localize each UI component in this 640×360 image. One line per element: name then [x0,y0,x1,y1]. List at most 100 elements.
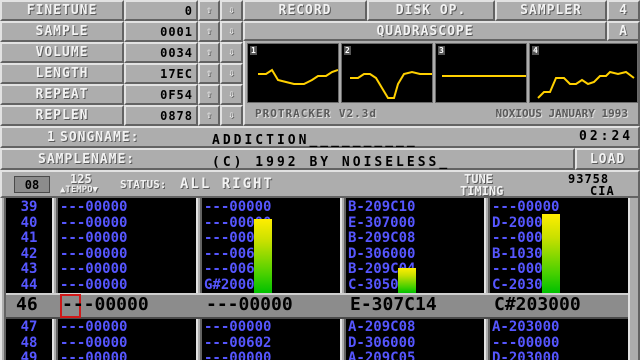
pattern-cell[interactable]: C-305000 [348,277,484,294]
row-number: 49 [20,350,38,360]
pattern-cell[interactable]: ---00000 [492,261,628,278]
pattern-cell[interactable]: D-200000 [492,215,628,232]
arrow-up-icon[interactable]: ⇧ [198,21,220,42]
status-label: STATUS: [120,178,167,191]
field-label-finetune: FINETUNE [0,0,124,21]
field-label-sample: SAMPLE [0,21,124,42]
pattern-cell[interactable]: ---00000 [60,215,196,232]
record-button[interactable]: RECORD [243,0,367,21]
row-number: 41 [20,230,38,246]
pattern-cell[interactable]: A-209C05 [348,350,484,360]
scope-channel-2: 2 [341,43,433,103]
pattern-cell[interactable]: ---00000 [204,215,340,232]
pattern-cell[interactable]: ---00000 [60,277,196,294]
load-button[interactable]: LOAD [575,148,640,170]
disk-op-button[interactable]: DISK OP. [367,0,495,21]
arrow-down-icon[interactable]: ⇩ [220,105,243,126]
pattern-cell[interactable]: D-203000 [492,350,628,360]
pattern-cell[interactable]: ---00000 [204,319,340,336]
song-time: 02:24 [579,129,634,144]
sampler-button[interactable]: SAMPLER [495,0,607,21]
scope-number: 3 [438,46,445,55]
pattern-cell[interactable]: ---00000 [492,230,628,247]
channel-1-below: ---00000 ---00000 ---00000 [60,319,196,360]
pattern-cell[interactable]: C-203000 [492,277,628,294]
samplename-field[interactable]: (C) 1992 BY NOISELESS_ [208,151,568,170]
pattern-cell[interactable]: G#200000 [204,277,340,294]
field-label-length: LENGTH [0,63,124,84]
row-number: 44 [20,276,38,293]
waveform-1 [258,68,338,85]
scrollbar[interactable] [628,198,640,360]
quadrascope-button[interactable]: QUADRASCOPE [243,21,607,41]
pattern-cell[interactable]: ---00000 [60,199,196,216]
pattern-cell[interactable]: ---00000 [60,335,196,352]
arrow-down-icon[interactable]: ⇩ [220,63,243,84]
arrow-down-icon[interactable]: ⇩ [220,42,243,63]
tempo-value: 125 [70,172,92,186]
field-value-sample[interactable]: 0001 [124,21,198,42]
channel-2-current: ---00000 [206,294,293,315]
field-value-volume[interactable]: 0034 [124,42,198,63]
version-text: PROTRACKER V2.3d [255,107,377,120]
arrow-up-icon[interactable]: ⇧ [198,0,220,21]
pattern-cell[interactable]: ---00000 [492,199,628,216]
pattern-cell[interactable]: D-306000 [348,335,484,352]
pattern-cell[interactable]: A-209C08 [348,319,484,336]
tempo-label[interactable]: ▲TEMPO▼ [60,185,98,195]
pattern-cell[interactable]: ---00602 [204,261,340,278]
pattern-cell[interactable]: D-306000 [348,246,484,263]
pattern-cell[interactable]: B-209C10 [348,199,484,216]
field-value-finetune[interactable]: 0 [124,0,198,21]
separator [484,198,490,360]
pattern-cell[interactable]: B-209C04 [348,261,484,278]
timing-label: TIMING [460,184,504,198]
channel-3-current: E-307C14 [350,294,437,315]
pattern-cell[interactable]: ---00000 [492,335,628,352]
arrow-up-icon[interactable]: ⇧ [198,42,220,63]
separator [52,198,58,360]
scope-mode-button[interactable]: A [607,21,640,41]
channel-4-current: C#203000 [494,294,581,315]
octave-box[interactable]: 08 [14,176,50,193]
scope-number: 4 [532,46,539,55]
pattern-cell[interactable]: A-203000 [492,319,628,336]
waveform-3 [442,75,526,77]
row-numbers-below: 47 48 49 [6,319,52,360]
arrow-down-icon[interactable]: ⇩ [220,0,243,21]
arrow-up-icon[interactable]: ⇧ [198,84,220,105]
pattern-cell[interactable]: ---00000 [204,230,340,247]
pattern-cell[interactable]: ---00000 [60,246,196,263]
pattern-cell[interactable]: ---00602 [204,335,340,352]
arrow-down-icon[interactable]: ⇩ [220,21,243,42]
pattern-cell[interactable]: ---00000 [60,261,196,278]
channel-4-below: A-203000 ---00000 D-203000 [492,319,628,360]
arrow-up-icon[interactable]: ⇧ [198,105,220,126]
field-value-length[interactable]: 17EC [124,63,198,84]
pattern-cell[interactable]: ---00000 [60,350,196,360]
arrow-up-icon[interactable]: ⇧ [198,63,220,84]
pattern-editor[interactable]: 39404142434445 ---00000---00000---00000-… [0,198,640,360]
pattern-cell[interactable]: E-307000 [348,215,484,232]
timing-value[interactable]: CIA [590,184,615,198]
scope-channel-3: 3 [435,43,527,103]
samplename-value: (C) 1992 BY NOISELESS_ [212,155,451,170]
separator [196,198,202,360]
song-index: 1 [47,129,56,145]
pattern-cell[interactable]: ---00000 [60,230,196,247]
status-text: ALL RIGHT [180,176,274,192]
field-value-replen[interactable]: 0878 [124,105,198,126]
pattern-cell[interactable]: ---00000 [60,319,196,336]
pattern-cell[interactable]: ---00000 [204,199,340,216]
field-label-replen: REPLEN [0,105,124,126]
pattern-cell[interactable]: B-209C08 [348,230,484,247]
scope-number: 2 [344,46,351,55]
songname-field[interactable]: ADDICTION__________ [208,129,578,148]
field-value-repeat[interactable]: 0F54 [124,84,198,105]
pattern-cell[interactable]: ---00602 [204,246,340,263]
arrow-down-icon[interactable]: ⇩ [220,84,243,105]
pattern-cell[interactable]: B-103000 [492,246,628,263]
pattern-cell[interactable]: ---00000 [204,350,340,360]
credits-bar: PROTRACKER V2.3d NOXIOUS JANUARY 1993 [243,105,640,126]
row-number: 39 [20,199,38,215]
